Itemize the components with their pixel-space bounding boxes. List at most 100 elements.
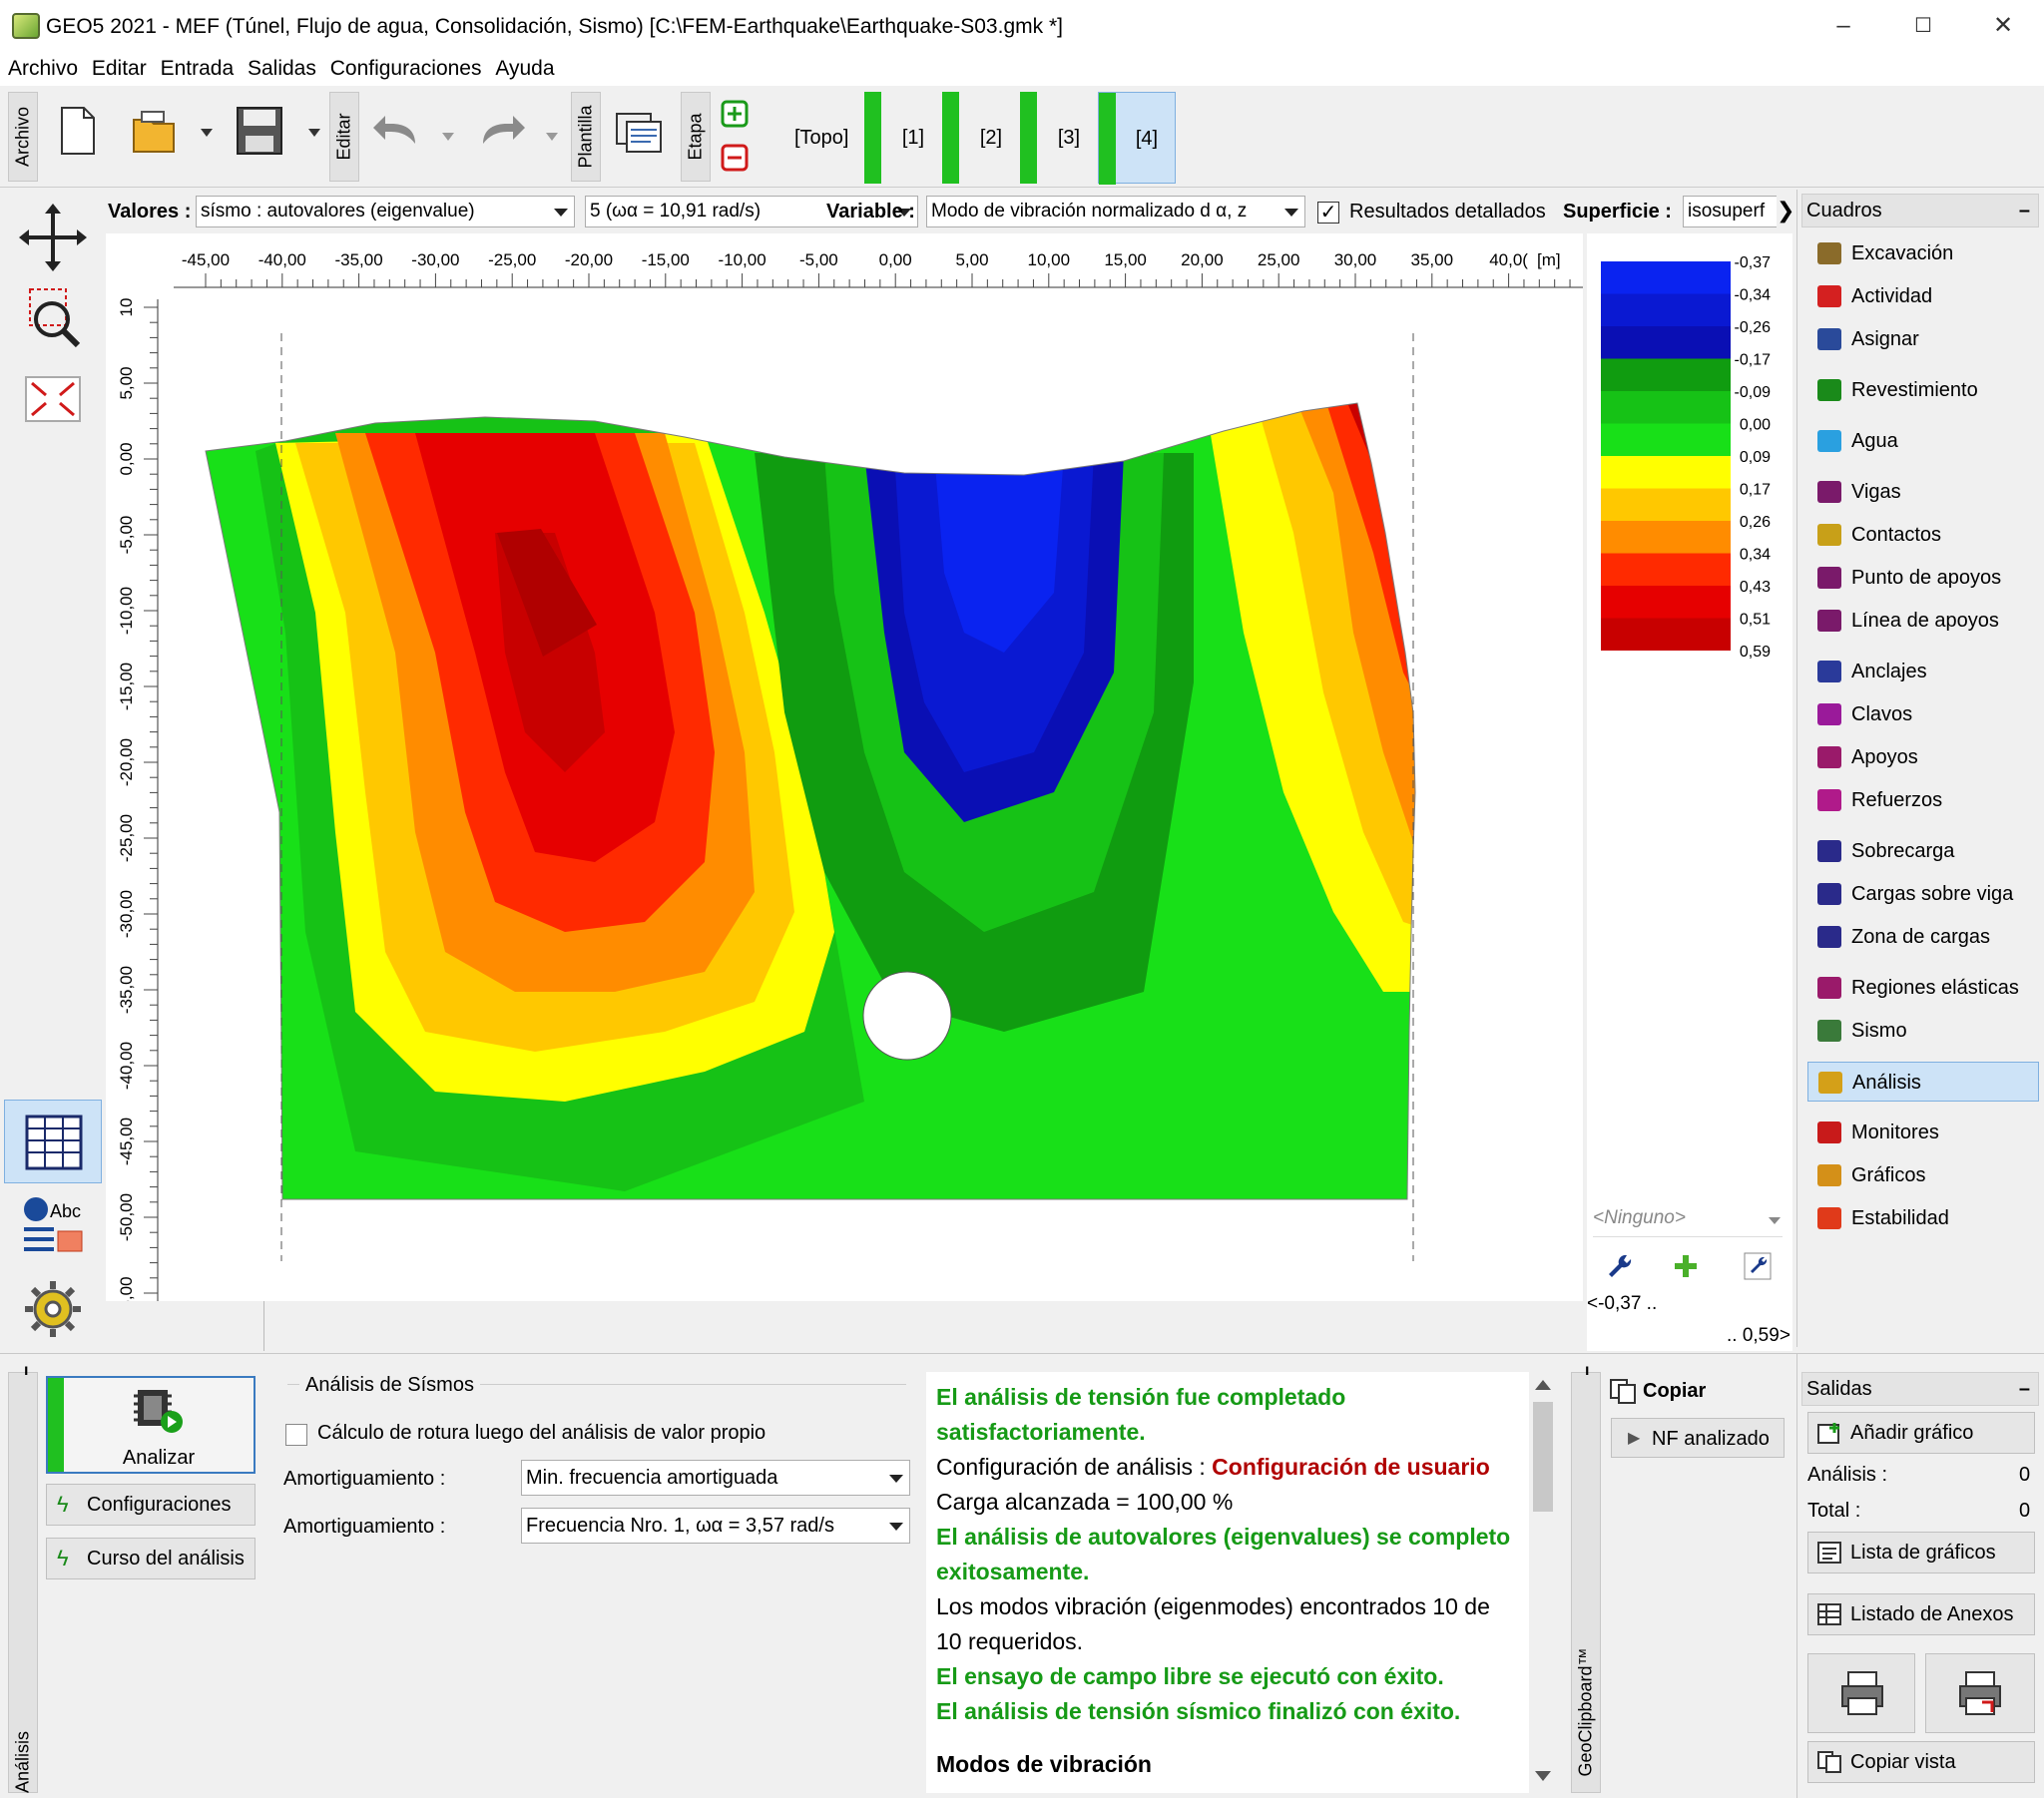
- variable-select[interactable]: Modo de vibración normalizado d α, z: [926, 196, 1305, 227]
- copy-button[interactable]: Copiar: [1609, 1376, 1706, 1406]
- etapa-tab[interactable]: Etapa: [681, 92, 711, 182]
- open-file-icon[interactable]: [128, 104, 180, 158]
- menu-salidas[interactable]: Salidas: [240, 54, 316, 84]
- cuadro-item-excavation[interactable]: Excavación: [1817, 233, 2039, 273]
- cuadro-item-anchors[interactable]: Anclajes: [1817, 652, 2039, 691]
- contour-plot[interactable]: -45,00 -40,00 -35,00 -30,00 -25,00 -20,00 -15,…: [106, 233, 1583, 1301]
- menu-ayuda[interactable]: Ayuda: [487, 54, 554, 84]
- tunnel-opening[interactable]: [862, 971, 952, 1061]
- cuadro-item-point-support[interactable]: Punto de apoyos: [1817, 558, 2039, 598]
- cuadro-item-beams[interactable]: Vigas: [1817, 472, 2039, 512]
- cuadro-item-line-support[interactable]: Línea de apoyos: [1817, 601, 2039, 641]
- cuadro-item-lining[interactable]: Revestimiento: [1817, 370, 2039, 410]
- save-icon[interactable]: [234, 104, 285, 158]
- new-file-icon[interactable]: [52, 104, 104, 158]
- cuadro-item-props[interactable]: Apoyos: [1817, 737, 2039, 777]
- anchors-icon: [1817, 661, 1841, 682]
- stage-topo[interactable]: [Topo]: [794, 92, 848, 184]
- table-view-button[interactable]: [4, 1100, 102, 1183]
- copy-view-button[interactable]: Copiar vista: [1807, 1741, 2035, 1783]
- cuadro-item-earthquake[interactable]: Sismo: [1817, 1011, 2039, 1051]
- analysis-course-button[interactable]: ϟ Curso del análisis: [46, 1538, 256, 1579]
- stage-1[interactable]: [1]: [864, 92, 942, 184]
- analysis-side-tab[interactable]: Análisis: [8, 1372, 38, 1793]
- scroll-up-icon[interactable]: [1535, 1380, 1551, 1390]
- valores-select[interactable]: sísmo : autovalores (eigenvalue): [196, 196, 575, 227]
- edit-settings-icon[interactable]: [1743, 1251, 1773, 1281]
- close-button[interactable]: ✕: [1964, 0, 2042, 54]
- save-dropdown-icon[interactable]: [307, 128, 321, 138]
- wrench-icon[interactable]: [1605, 1251, 1635, 1281]
- cuadro-item-reinforcement[interactable]: Refuerzos: [1817, 780, 2039, 820]
- cuadro-item-elastic-regions[interactable]: Regiones elásticas: [1817, 968, 2039, 1008]
- graph-list-button[interactable]: Lista de gráficos: [1807, 1532, 2035, 1573]
- scroll-right-icon[interactable]: ❯: [1777, 196, 1794, 227]
- zoom-extents-icon[interactable]: [10, 361, 96, 441]
- menu-entrada[interactable]: Entrada: [153, 54, 235, 84]
- archivo-tab[interactable]: Archivo: [8, 92, 38, 182]
- cuadro-item-load-zone[interactable]: Zona de cargas: [1817, 917, 2039, 957]
- cuadro-item-nails[interactable]: Clavos: [1817, 694, 2039, 734]
- undo-dropdown-icon[interactable]: [441, 132, 455, 142]
- stage-3[interactable]: [3]: [1020, 92, 1098, 184]
- cuadro-item-stability[interactable]: Estabilidad: [1817, 1198, 2039, 1238]
- stage-2[interactable]: [2]: [942, 92, 1020, 184]
- messages-scrollbar[interactable]: [1529, 1372, 1557, 1793]
- undo-icon[interactable]: [371, 104, 423, 158]
- ninguno-select[interactable]: <Ninguno>: [1593, 1207, 1783, 1237]
- maximize-button[interactable]: ☐: [1884, 0, 1962, 54]
- zoom-icon[interactable]: [10, 279, 96, 359]
- damping-select-1[interactable]: Min. frecuencia amortiguada: [521, 1460, 910, 1496]
- cuadro-item-contacts[interactable]: Contactos: [1817, 515, 2039, 555]
- open-dropdown-icon[interactable]: [200, 128, 214, 138]
- cuadro-item-surcharge[interactable]: Sobrecarga: [1817, 831, 2039, 871]
- cuadro-item-graphs[interactable]: Gráficos: [1817, 1155, 2039, 1195]
- assign-icon: [1817, 328, 1841, 350]
- stage-4[interactable]: [4]: [1098, 92, 1176, 185]
- cuadro-item-analysis[interactable]: Análisis: [1807, 1062, 2039, 1102]
- scroll-down-icon[interactable]: [1535, 1771, 1551, 1781]
- plantilla-tab[interactable]: Plantilla: [571, 92, 601, 182]
- remove-stage-icon[interactable]: [721, 144, 749, 172]
- add-icon[interactable]: [1671, 1251, 1701, 1281]
- resultados-checkbox[interactable]: ✓: [1317, 202, 1339, 224]
- cuadro-item-activity[interactable]: Actividad: [1817, 276, 2039, 316]
- menu-editar[interactable]: Editar: [84, 54, 147, 84]
- redo-dropdown-icon[interactable]: [545, 132, 559, 142]
- menu-archivo[interactable]: Archivo: [0, 54, 78, 84]
- minimize-button[interactable]: –: [1804, 0, 1882, 54]
- cuadro-item-water[interactable]: Agua: [1817, 421, 2039, 461]
- editar-tab[interactable]: Editar: [329, 92, 359, 182]
- labels-icon[interactable]: Abc: [10, 1187, 96, 1267]
- fem-canvas[interactable]: -45,00 -40,00 -35,00 -30,00 -25,00 -20,00 -15,…: [106, 233, 1583, 1351]
- cuadro-item-assign[interactable]: Asignar: [1817, 319, 2039, 359]
- superficie-select[interactable]: isosuperf: [1683, 196, 1777, 227]
- legend-value: 0,43: [1740, 579, 1771, 596]
- settings-button[interactable]: ϟ Configuraciones: [46, 1484, 256, 1526]
- legend-value: 0,17: [1740, 482, 1771, 499]
- settings-gear-icon[interactable]: [10, 1269, 96, 1349]
- failure-checkbox[interactable]: [285, 1424, 307, 1446]
- analyze-button[interactable]: Analizar: [46, 1376, 256, 1474]
- cuadros-minimize-button[interactable]: –: [2019, 195, 2030, 226]
- geoclipboard-side-tab[interactable]: GeoClipboard™: [1571, 1372, 1601, 1793]
- pan-icon[interactable]: [10, 198, 96, 277]
- add-stage-icon[interactable]: [721, 100, 749, 128]
- cuadro-item-label: Punto de apoyos: [1851, 567, 2002, 589]
- print-button[interactable]: [1807, 1653, 1915, 1733]
- annex-list-button[interactable]: Listado de Anexos: [1807, 1593, 2035, 1635]
- legend-value: -0,09: [1735, 384, 1772, 401]
- cuadro-item-beam-loads[interactable]: Cargas sobre viga: [1817, 874, 2039, 914]
- salidas-minimize-button[interactable]: –: [2019, 1373, 2030, 1405]
- legend-value: -0,34: [1735, 287, 1772, 304]
- template-icon[interactable]: [613, 104, 665, 158]
- menu-configuraciones[interactable]: Configuraciones: [322, 54, 482, 84]
- damping-select-2[interactable]: Frecuencia Nro. 1, ωα = 3,57 rad/s: [521, 1508, 910, 1544]
- scroll-thumb[interactable]: [1533, 1402, 1553, 1512]
- print-preview-button[interactable]: [1925, 1653, 2035, 1733]
- copy-icon: [1610, 1379, 1636, 1404]
- add-graph-button[interactable]: Añadir gráfico: [1807, 1412, 2035, 1454]
- nf-analyzed-button[interactable]: ▶ NF analizado: [1611, 1418, 1785, 1458]
- redo-icon[interactable]: [475, 104, 527, 158]
- cuadro-item-monitors[interactable]: Monitores: [1817, 1113, 2039, 1152]
